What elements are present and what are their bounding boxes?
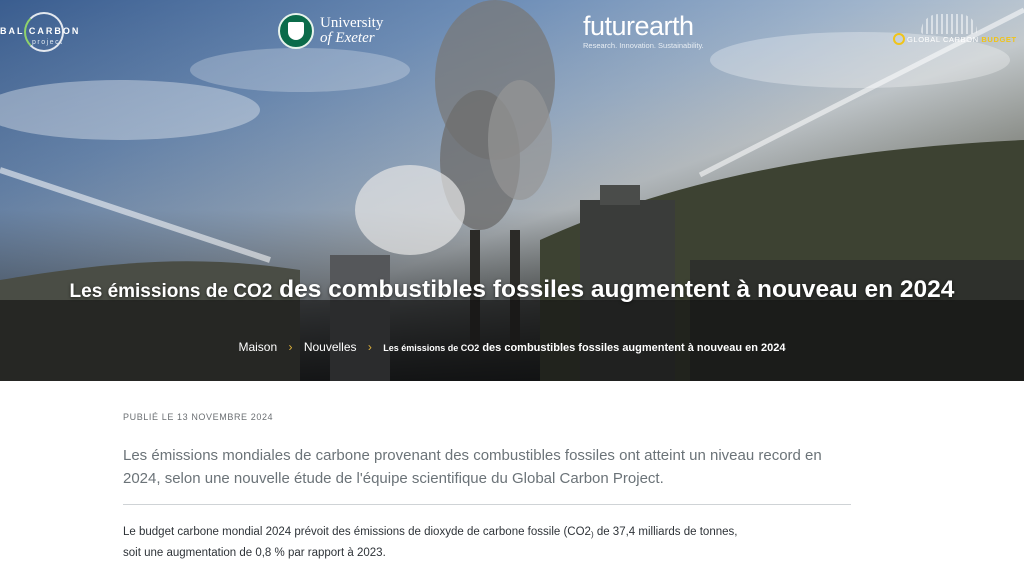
university-of-exeter-logo[interactable]: University of Exeter (278, 13, 383, 49)
global-carbon-project-logo[interactable]: BAL CARBON project (0, 12, 80, 52)
future-earth-logo[interactable]: futurearth Research. Innovation. Sustain… (583, 12, 704, 50)
exeter-crest-icon (278, 13, 314, 49)
future-earth-wordmark: futurearth (583, 11, 694, 41)
page-title-main: des combustibles fossiles augmentent à n… (272, 276, 955, 303)
hero-banner: BAL CARBON project University of Exeter … (0, 0, 1024, 381)
article-lead: Les émissions mondiales de carbone prove… (123, 447, 822, 487)
globe-icon (921, 14, 977, 34)
breadcrumb-current-page: Les émissions de CO2 des combustibles fo… (383, 342, 785, 354)
gcb-logo-prefix: GLOBAL CARBON (907, 35, 982, 44)
industrial-smokestack-photo (0, 0, 1024, 381)
article-content: PUBLIÉ LE 13 NOVEMBRE 2024 Les émissions… (123, 381, 853, 563)
publish-date: PUBLIÉ LE 13 NOVEMBRE 2024 (123, 412, 274, 422)
divider (123, 504, 851, 505)
chevron-right-icon: › (288, 340, 293, 354)
global-carbon-budget-logo[interactable]: GLOBAL CARBON BUDGET (893, 14, 1017, 50)
exeter-logo-line1: University (320, 15, 384, 31)
gcp-logo-subtext: project (32, 39, 64, 46)
chevron-right-icon: › (367, 340, 372, 354)
exeter-logo-line2: of Exeter (320, 30, 375, 46)
breadcrumb-current-main: des combustibles fossiles augmentent à n… (479, 342, 786, 354)
breadcrumb: Maison › Nouvelles › Les émissions de CO… (0, 340, 1024, 354)
gcp-logo-text: BAL CARBON (0, 26, 81, 36)
page-title-prefix: Les émissions de CO2 (69, 281, 273, 302)
gcb-ring-icon (893, 33, 905, 45)
article-paragraph-part1: Le budget carbone mondial 2024 prévoit d… (123, 526, 591, 538)
breadcrumb-news-link[interactable]: Nouvelles (304, 340, 357, 354)
breadcrumb-current-prefix: Les émissions de CO2 (383, 343, 480, 353)
future-earth-tagline: Research. Innovation. Sustainability. (583, 41, 704, 50)
breadcrumb-home-link[interactable]: Maison (238, 340, 277, 354)
article-paragraph: Le budget carbone mondial 2024 prévoit d… (123, 523, 743, 563)
page-title: Les émissions de CO2 des combustibles fo… (0, 276, 1024, 304)
gcb-logo-bold: BUDGET (981, 35, 1017, 44)
